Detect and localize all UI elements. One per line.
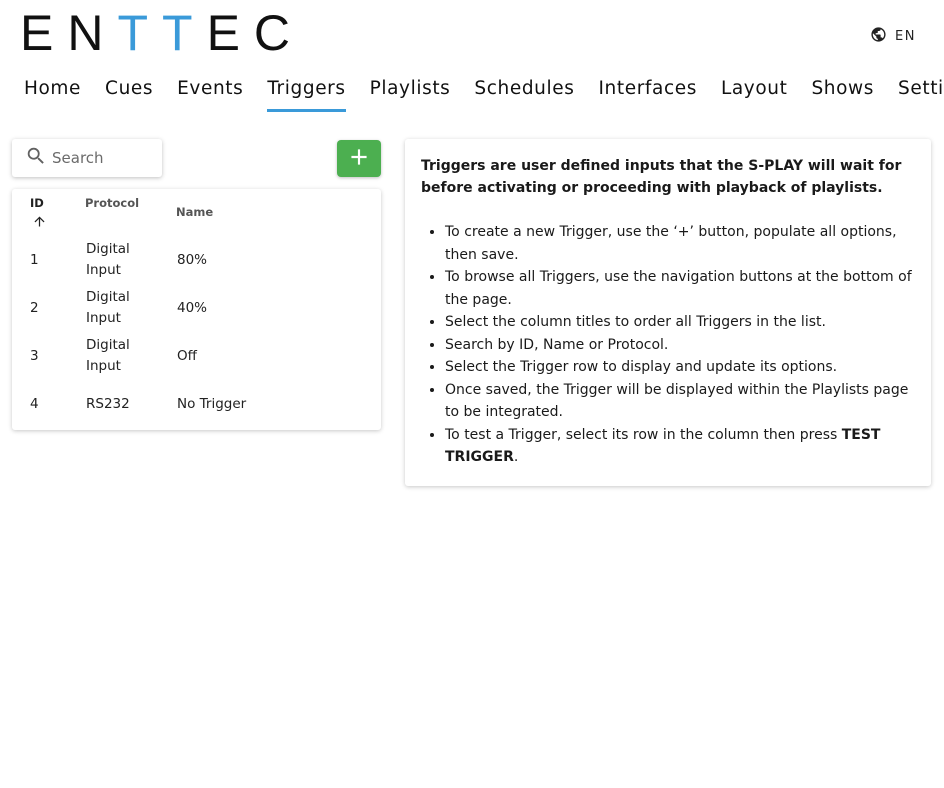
globe-icon bbox=[870, 26, 887, 47]
help-item-suffix: . bbox=[513, 449, 519, 465]
help-list: To create a new Trigger, use the ‘+’ but… bbox=[421, 221, 915, 469]
tab-settings[interactable]: Settings bbox=[886, 74, 944, 112]
cell-id: 1 bbox=[30, 252, 39, 268]
logo-letter: T bbox=[162, 5, 207, 61]
help-item: Once saved, the Trigger will be displaye… bbox=[445, 379, 915, 424]
cell-id: 3 bbox=[30, 348, 39, 364]
tab-interfaces[interactable]: Interfaces bbox=[586, 74, 708, 112]
help-item: Select the column titles to order all Tr… bbox=[445, 311, 915, 334]
table-row[interactable]: 1 Digital Input 80% bbox=[12, 236, 381, 284]
logo-letter: N bbox=[67, 5, 118, 61]
cell-protocol: Digital bbox=[86, 337, 130, 353]
cell-protocol: Input bbox=[86, 262, 121, 278]
cell-name: 80% bbox=[177, 252, 208, 268]
help-item: To create a new Trigger, use the ‘+’ but… bbox=[445, 221, 915, 266]
help-item: To browse all Triggers, use the navigati… bbox=[445, 266, 915, 311]
cell-id: 2 bbox=[30, 300, 39, 316]
cell-protocol: Digital bbox=[86, 289, 130, 305]
column-header-id[interactable]: ID bbox=[30, 196, 44, 210]
table-row[interactable]: 2 Digital Input 40% bbox=[12, 284, 381, 332]
cell-protocol: Input bbox=[86, 310, 121, 326]
main-nav: Home Cues Events Triggers Playlists Sche… bbox=[12, 74, 944, 112]
table-row[interactable]: 4 RS232 No Trigger bbox=[12, 380, 381, 428]
cell-id: 4 bbox=[30, 396, 39, 412]
search-icon bbox=[25, 145, 47, 171]
cell-name: 40% bbox=[177, 300, 208, 316]
cell-protocol: Input bbox=[86, 358, 121, 374]
cell-name: Off bbox=[177, 348, 197, 364]
help-panel: Triggers are user defined inputs that th… bbox=[405, 139, 931, 486]
cell-name: No Trigger bbox=[177, 396, 247, 412]
tab-playlists[interactable]: Playlists bbox=[358, 74, 463, 112]
help-item: To test a Trigger, select its row in the… bbox=[445, 424, 915, 469]
plus-icon bbox=[346, 144, 372, 174]
language-label: EN bbox=[895, 29, 916, 44]
help-item: Search by ID, Name or Protocol. bbox=[445, 334, 915, 357]
tab-schedules[interactable]: Schedules bbox=[462, 74, 586, 112]
cell-protocol: RS232 bbox=[86, 396, 130, 412]
tab-events[interactable]: Events bbox=[165, 74, 255, 112]
help-intro: Triggers are user defined inputs that th… bbox=[421, 158, 902, 196]
language-selector[interactable]: EN bbox=[870, 26, 916, 47]
help-item: Select the Trigger row to display and up… bbox=[445, 356, 915, 379]
tab-home[interactable]: Home bbox=[12, 74, 93, 112]
triggers-table: ID Protocol Name 1 Digital Input 80% 2 D… bbox=[12, 189, 381, 430]
column-header-protocol[interactable]: Protocol bbox=[85, 196, 139, 210]
cell-protocol: Digital bbox=[86, 241, 130, 257]
search-box[interactable] bbox=[12, 139, 162, 177]
tab-layout[interactable]: Layout bbox=[709, 74, 800, 112]
tab-triggers[interactable]: Triggers bbox=[255, 74, 357, 112]
logo-letter: E bbox=[20, 5, 68, 61]
tab-cues[interactable]: Cues bbox=[93, 74, 165, 112]
tab-shows[interactable]: Shows bbox=[799, 74, 886, 112]
search-input[interactable] bbox=[52, 149, 152, 167]
enttec-logo: E N T T E C bbox=[20, 5, 304, 61]
add-trigger-button[interactable] bbox=[337, 140, 381, 177]
logo-letter: C bbox=[253, 5, 305, 61]
logo-letter: E bbox=[206, 5, 254, 61]
logo-letter: T bbox=[117, 5, 163, 61]
arrow-up-icon[interactable] bbox=[32, 214, 47, 229]
column-header-name[interactable]: Name bbox=[176, 205, 213, 219]
help-item-text: To test a Trigger, select its row in the… bbox=[445, 426, 842, 443]
table-row[interactable]: 3 Digital Input Off bbox=[12, 332, 381, 380]
